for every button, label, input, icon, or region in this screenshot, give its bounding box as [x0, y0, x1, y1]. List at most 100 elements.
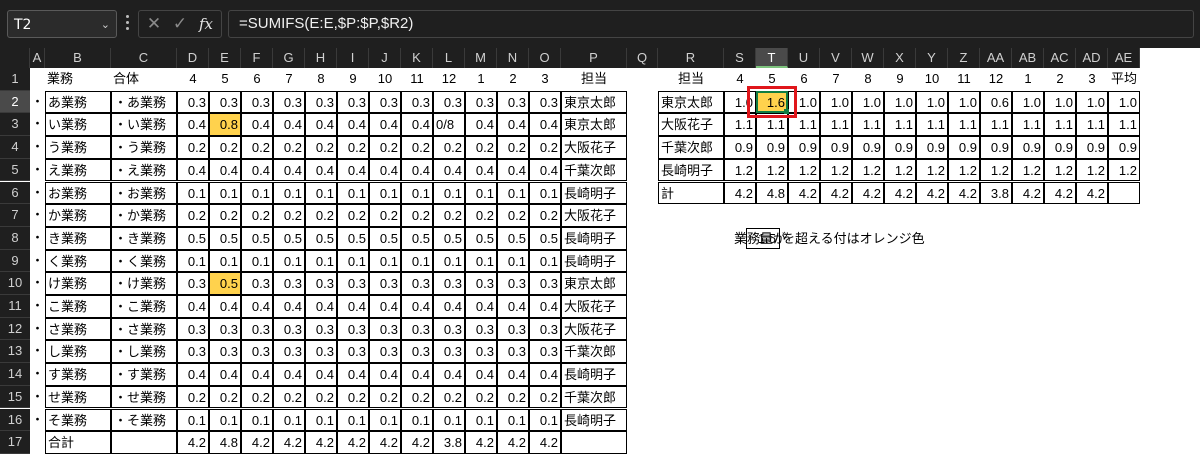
total-cell[interactable]: 3.8 — [433, 431, 465, 454]
workload-sum-cell[interactable]: 1.0 — [1012, 90, 1044, 114]
workload-cell[interactable]: 0.4 — [401, 295, 433, 318]
month-header[interactable]: 12 — [433, 68, 465, 91]
task-name-cell[interactable]: あ業務 — [45, 90, 111, 114]
total-cell[interactable]: 4.2 — [788, 181, 820, 205]
combined-cell[interactable]: ・し業務 — [111, 340, 177, 364]
bullet-cell[interactable]: ・ — [30, 318, 45, 341]
workload-cell[interactable]: 0.4 — [529, 113, 561, 137]
workload-sum-cell[interactable]: 1.0 — [916, 90, 948, 114]
workload-cell[interactable]: 0.5 — [273, 226, 305, 250]
workload-cell[interactable]: 0.1 — [401, 181, 433, 205]
total-cell[interactable]: 4.2 — [401, 431, 433, 454]
total-cell[interactable]: 4.2 — [337, 431, 369, 454]
workload-cell[interactable]: 0.4 — [337, 113, 369, 137]
task-name-cell[interactable]: か業務 — [45, 204, 111, 227]
workload-cell[interactable]: 0.3 — [209, 340, 241, 364]
workload-cell[interactable]: 0.1 — [337, 181, 369, 205]
column-header[interactable]: AA — [980, 48, 1012, 68]
workload-cell[interactable]: 0.3 — [337, 340, 369, 364]
column-header[interactable]: W — [852, 48, 884, 68]
column-header[interactable]: V — [820, 48, 852, 68]
workload-cell[interactable]: 0.2 — [497, 204, 529, 227]
workload-sum-cell[interactable]: 1.1 — [916, 113, 948, 137]
month-header[interactable]: 10 — [916, 68, 948, 91]
workload-cell[interactable]: 0.2 — [305, 385, 337, 409]
workload-cell[interactable]: 0.2 — [177, 136, 209, 159]
workload-cell[interactable]: 0.2 — [465, 385, 497, 409]
workload-cell[interactable]: 0.4 — [305, 158, 337, 182]
workload-cell[interactable]: 0.4 — [497, 158, 529, 182]
month-header[interactable]: 2 — [497, 68, 529, 91]
workload-sum-cell[interactable]: 1.2 — [1012, 158, 1044, 182]
month-header[interactable]: 4 — [177, 68, 209, 91]
workload-cell[interactable]: 0.3 — [177, 317, 209, 341]
workload-cell[interactable]: 0.1 — [273, 181, 305, 205]
assignee-cell[interactable]: 長崎明子 — [561, 249, 627, 273]
workload-cell[interactable]: 0.3 — [433, 340, 465, 364]
bullet-cell[interactable]: ・ — [30, 409, 45, 432]
workload-cell[interactable]: 0.1 — [241, 181, 273, 205]
workload-cell[interactable]: 0.1 — [241, 249, 273, 273]
header-cell[interactable]: 平均 — [1108, 68, 1140, 91]
column-header[interactable]: Q — [627, 48, 658, 68]
workload-cell[interactable]: 0.4 — [401, 113, 433, 137]
month-header[interactable]: 7 — [820, 68, 852, 91]
chevron-down-icon[interactable]: ⌄ — [101, 11, 110, 39]
total-empty[interactable] — [561, 431, 627, 454]
combined-cell[interactable]: ・え業務 — [111, 158, 177, 182]
workload-cell[interactable]: 0.2 — [241, 385, 273, 409]
row-header[interactable]: 17 — [0, 431, 30, 454]
bullet-cell[interactable]: ・ — [30, 295, 45, 318]
combined-cell[interactable]: ・く業務 — [111, 249, 177, 273]
workload-cell[interactable]: 0.5 — [497, 226, 529, 250]
column-header[interactable]: AB — [1012, 48, 1044, 68]
workload-cell[interactable]: 0.4 — [369, 113, 401, 137]
column-header[interactable]: Y — [916, 48, 948, 68]
assignee-name-cell[interactable]: 千葉次郎 — [658, 136, 724, 159]
workload-sum-cell[interactable]: 0.6 — [980, 90, 1012, 114]
workload-cell[interactable]: 0.4 — [369, 158, 401, 182]
workload-cell[interactable]: 0.3 — [273, 272, 305, 295]
month-header[interactable]: 9 — [337, 68, 369, 91]
workload-cell[interactable]: 0.1 — [433, 249, 465, 273]
workload-sum-cell[interactable]: 1.1 — [980, 113, 1012, 137]
task-name-cell[interactable]: そ業務 — [45, 408, 111, 432]
total-empty[interactable] — [111, 431, 177, 454]
column-header[interactable]: P — [561, 48, 627, 68]
workload-cell[interactable]: 0.5 — [529, 226, 561, 250]
column-header[interactable]: AE — [1108, 48, 1140, 68]
task-name-cell[interactable]: お業務 — [45, 181, 111, 205]
total-cell[interactable]: 4.2 — [1076, 181, 1108, 205]
task-name-cell[interactable]: う業務 — [45, 136, 111, 159]
workload-cell[interactable]: 0.4 — [433, 295, 465, 318]
header-cell[interactable]: 合体 — [111, 68, 177, 91]
workload-sum-cell[interactable]: 1.2 — [820, 158, 852, 182]
workload-cell[interactable]: 0.5 — [241, 226, 273, 250]
workload-sum-cell[interactable]: 1.2 — [1076, 158, 1108, 182]
total-cell[interactable]: 4.2 — [820, 181, 852, 205]
workload-cell[interactable]: 0.2 — [177, 385, 209, 409]
month-header[interactable]: 11 — [948, 68, 980, 91]
workload-cell[interactable]: 0.4 — [529, 158, 561, 182]
workload-cell[interactable]: 0.4 — [241, 158, 273, 182]
workload-cell[interactable]: 0.4 — [401, 363, 433, 386]
workload-cell[interactable]: 0.3 — [401, 340, 433, 364]
workload-sum-cell[interactable]: 1.2 — [980, 158, 1012, 182]
workload-cell[interactable]: 0.5 — [433, 226, 465, 250]
workload-sum-cell[interactable]: 0.9 — [884, 136, 916, 159]
workload-cell[interactable]: 0.3 — [305, 272, 337, 295]
row-header[interactable]: 13 — [0, 340, 30, 364]
workload-sum-cell[interactable]: 1.1 — [1012, 113, 1044, 137]
column-header[interactable]: L — [433, 48, 465, 68]
bullet-cell[interactable]: ・ — [30, 159, 45, 182]
workload-sum-cell[interactable]: 1.2 — [1044, 158, 1076, 182]
workload-sum-cell[interactable]: 1.2 — [916, 158, 948, 182]
name-box[interactable]: T2 ⌄ — [7, 10, 117, 38]
total-cell[interactable]: 3.8 — [980, 181, 1012, 205]
total-cell[interactable]: 4.2 — [465, 431, 497, 454]
combined-cell[interactable]: ・か業務 — [111, 204, 177, 227]
workload-cell[interactable]: 0.5 — [337, 226, 369, 250]
column-header[interactable]: E — [209, 48, 241, 68]
workload-cell[interactable]: 0.1 — [273, 249, 305, 273]
header-cell[interactable]: 担当 — [561, 68, 627, 91]
